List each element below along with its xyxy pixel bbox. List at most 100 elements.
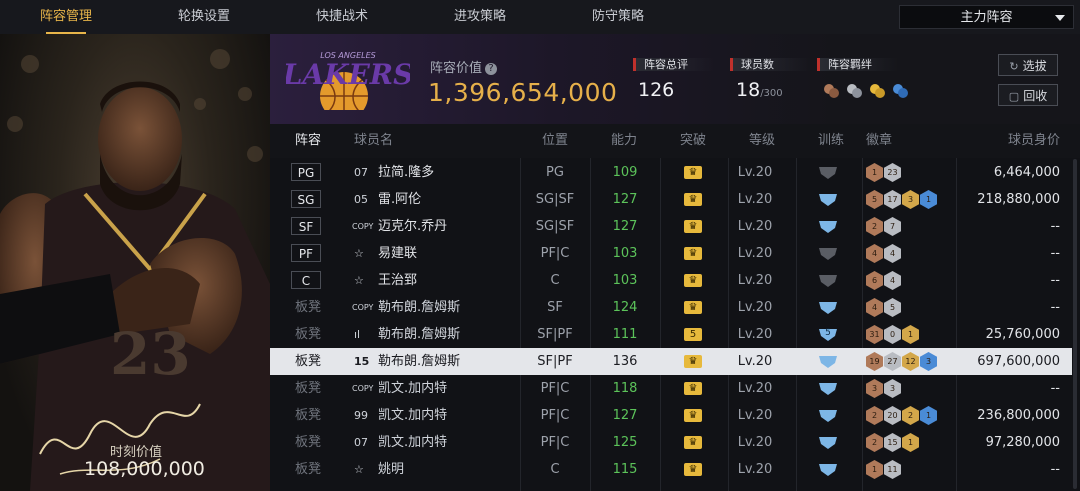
scrollbar[interactable]: [1073, 159, 1077, 489]
bond-icon-2: [847, 84, 862, 98]
player-value: --: [1050, 462, 1060, 477]
bond-icons[interactable]: [821, 81, 917, 105]
copy-tag: COPY: [352, 303, 374, 312]
crown-icon: ♛: [684, 166, 702, 179]
lineup-slot[interactable]: SF: [291, 217, 321, 235]
recycle-button[interactable]: ▢ 回收: [998, 84, 1058, 106]
tab-offense-strategy[interactable]: 进攻策略: [430, 0, 530, 34]
crown-icon: ♛: [684, 382, 702, 395]
table-row[interactable]: PG 07 拉简.隆多 PG 109 Lv.20 6,464,000 ♛ 1 23: [270, 159, 1072, 186]
table-row[interactable]: PF ☆ 易建联 PF|C 103 Lv.20 -- ♛ 4 4: [270, 240, 1072, 267]
tab-rotation-settings[interactable]: 轮换设置: [154, 0, 254, 34]
badge-hexagon: 12: [902, 352, 919, 371]
player-value: --: [1050, 381, 1060, 396]
badge-hexagon: 2: [866, 217, 883, 236]
crown-icon: 5: [684, 328, 702, 341]
player-name: 雷.阿伦: [378, 192, 422, 207]
jersey-number: 05: [354, 193, 368, 206]
bond-icon-4: [893, 84, 908, 98]
rating-label: 阵容总评: [633, 58, 714, 71]
jersey-number: 07: [354, 436, 368, 449]
refresh-icon: ↻: [1009, 60, 1019, 73]
training-shield-icon: [818, 408, 838, 423]
lineup-dropdown[interactable]: 主力阵容: [899, 5, 1074, 29]
col-name[interactable]: 球员名: [354, 124, 393, 158]
lineup-slot[interactable]: 板凳: [295, 429, 321, 456]
player-position: SF: [547, 300, 563, 315]
badge-hexagon: 20: [884, 406, 901, 425]
badge-hexagon: 6: [866, 271, 883, 290]
player-ability: 125: [612, 435, 638, 450]
tab-lineup-management[interactable]: 阵容管理: [16, 0, 116, 34]
jersey-number: ☆: [354, 463, 364, 476]
badge-hexagon: 5: [884, 298, 901, 317]
lineup-slot[interactable]: C: [291, 271, 321, 289]
table-row[interactable]: 板凳 ☆ 姚明 C 115 Lv.20 -- ♛ 1 11: [270, 456, 1072, 483]
lineup-slot[interactable]: 板凳: [295, 456, 321, 483]
player-position: PF|C: [540, 408, 570, 423]
lineup-slot[interactable]: SG: [291, 190, 321, 208]
table-row[interactable]: 板凳 COPY 凯文.加内特 PF|C 118 Lv.20 -- ♛ 3 3: [270, 375, 1072, 402]
player-level: Lv.20: [737, 192, 773, 207]
crown-icon: ♛: [684, 436, 702, 449]
lineup-slot[interactable]: 板凳: [295, 375, 321, 402]
lineup-slot[interactable]: 板凳: [295, 348, 321, 375]
help-icon[interactable]: ?: [485, 63, 498, 75]
crown-icon: ♛: [684, 274, 702, 287]
player-level: Lv.20: [737, 273, 773, 288]
tab-defense-strategy[interactable]: 防守策略: [568, 0, 668, 34]
player-level: Lv.20: [737, 246, 773, 261]
player-ability: 115: [612, 462, 638, 477]
player-ability: 118: [612, 381, 638, 396]
table-row[interactable]: C ☆ 王治郅 C 103 Lv.20 -- ♛ 6 4: [270, 267, 1072, 294]
lineup-value-label: 阵容价值?: [430, 57, 498, 76]
table-row[interactable]: 板凳 ıl 勒布朗.詹姆斯 SF|PF 111 Lv.20 25,760,000 5 5 31 0 1: [270, 321, 1072, 348]
col-ability[interactable]: 能力: [611, 124, 637, 158]
badge-hexagon: 11: [884, 460, 901, 479]
lineup-slot[interactable]: PG: [291, 163, 321, 181]
col-lineup[interactable]: 阵容: [295, 124, 321, 158]
bond-icon-1: [824, 84, 839, 98]
col-player-value[interactable]: 球员身价: [1008, 124, 1060, 158]
roster-table: 阵容 球员名 位置 能力 突破 等级 训练 徽章 球员身价 PG 07 拉简.隆多 P…: [270, 124, 1080, 491]
player-ability: 103: [612, 246, 638, 261]
lineup-dropdown-value: 主力阵容: [960, 10, 1013, 25]
table-row[interactable]: 板凳 COPY 勒布朗.詹姆斯 SF 124 Lv.20 -- ♛ 4 5: [270, 294, 1072, 321]
player-level: Lv.20: [737, 462, 773, 477]
player-position: PF|C: [540, 435, 570, 450]
player-value: --: [1050, 300, 1060, 315]
player-value: 697,600,000: [977, 354, 1060, 369]
col-position[interactable]: 位置: [542, 124, 568, 158]
player-value: --: [1050, 219, 1060, 234]
select-button[interactable]: ↻ 选拔: [998, 54, 1058, 76]
jersey-number: ☆: [354, 274, 364, 287]
player-value: 97,280,000: [985, 435, 1060, 450]
badge-hexagon: 1: [866, 460, 883, 479]
badge-hexagon: 17: [884, 190, 901, 209]
player-illustration: 23: [0, 49, 270, 491]
tab-quick-tactics[interactable]: 快捷战术: [292, 0, 392, 34]
lineup-slot[interactable]: 板凳: [295, 294, 321, 321]
player-card[interactable]: 23 时刻价值 108,000,000: [0, 34, 270, 491]
col-level[interactable]: 等级: [749, 124, 775, 158]
table-row[interactable]: 板凳 15 勒布朗.詹姆斯 SF|PF 136 Lv.20 697,600,000 ♛ 19 27…: [270, 348, 1072, 375]
badge-hexagon: 3: [902, 190, 919, 209]
badge-hexagon: 2: [902, 406, 919, 425]
col-training[interactable]: 训练: [818, 124, 844, 158]
lineup-slot[interactable]: 板凳: [295, 321, 321, 348]
table-row[interactable]: SG 05 雷.阿伦 SG|SF 127 Lv.20 218,880,000 ♛ 5 17 3 1: [270, 186, 1072, 213]
player-position: SG|SF: [535, 219, 575, 234]
player-position: PF|C: [540, 246, 570, 261]
market-value: 108,000,000: [84, 458, 205, 480]
lineup-slot[interactable]: PF: [291, 244, 321, 262]
crown-icon: ♛: [684, 220, 702, 233]
crown-icon: ♛: [684, 301, 702, 314]
lineup-slot[interactable]: 板凳: [295, 402, 321, 429]
col-breakthrough[interactable]: 突破: [680, 124, 706, 158]
table-row[interactable]: SF COPY 迈克尔.乔丹 SG|SF 127 Lv.20 -- ♛ 2 7: [270, 213, 1072, 240]
col-badges[interactable]: 徽章: [866, 124, 892, 158]
table-row[interactable]: 板凳 07 凯文.加内特 PF|C 125 Lv.20 97,280,000 ♛ 2 15 1: [270, 429, 1072, 456]
badge-hexagon: 1: [920, 190, 937, 209]
table-row[interactable]: 板凳 99 凯文.加内特 PF|C 127 Lv.20 236,800,000 ♛ 2 20 2 1: [270, 402, 1072, 429]
crown-icon: ♛: [684, 409, 702, 422]
